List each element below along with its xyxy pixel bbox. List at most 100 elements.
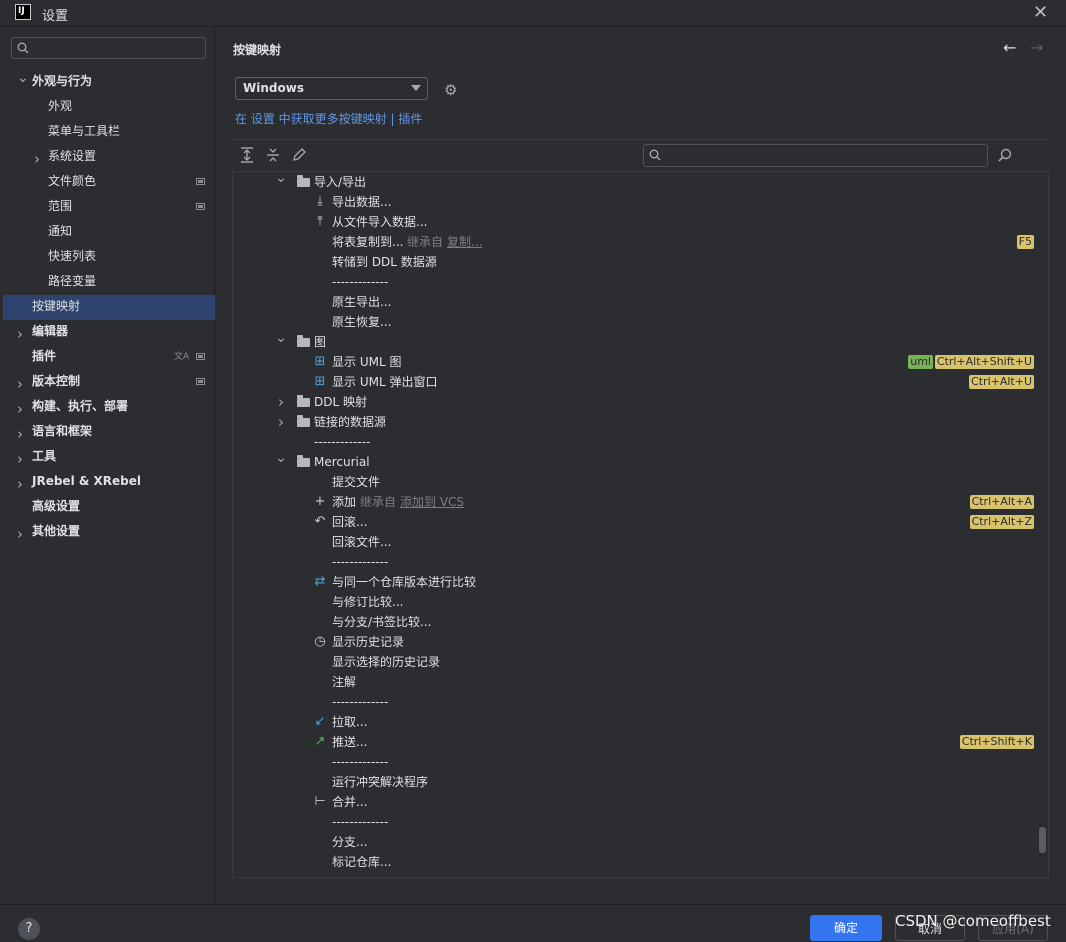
sidebar-search-input[interactable] [11,37,206,59]
chevron-right-icon[interactable]: › [17,400,23,418]
tree-row-label: 回滚文件... [332,535,392,549]
chevron-right-icon[interactable]: › [17,525,23,543]
chevron-down-icon[interactable]: ⌄ [273,172,289,188]
sidebar-item[interactable]: 路径变量 [48,269,96,294]
sidebar-item[interactable]: 菜单与工具栏 [48,119,120,144]
tree-row-label: 提交文件 [332,475,381,489]
tree-folder-row[interactable]: › DDL 映射 [233,392,1048,412]
sidebar-item[interactable]: JRebel & XRebel [32,469,141,494]
push-icon: ↗ [314,734,326,749]
tree-action-row[interactable]: 与修订比较... [233,592,1048,612]
inherited-action-link[interactable]: 复制... [447,235,482,249]
tree-action-row[interactable]: ↶ 回滚... Ctrl+Alt+Z [233,512,1048,532]
sidebar-item[interactable]: 系统设置 [48,144,96,169]
sidebar-item[interactable]: 高级设置 [32,494,80,519]
tree-action-row[interactable]: 分支... [233,832,1048,852]
chevron-down-icon [411,85,421,91]
back-arrow-icon[interactable]: ← [1003,38,1016,57]
tree-folder-row[interactable]: ⌄ 图 [233,330,1048,352]
plugins-link[interactable]: 插件 [398,112,422,126]
find-by-shortcut-icon[interactable] [997,147,1013,167]
tree-action-row[interactable]: 注解 [233,672,1048,692]
tree-action-row[interactable]: ⤒ 从文件导入数据... [233,212,1048,232]
tree-action-row[interactable]: ⤓ 导出数据... [233,192,1048,212]
tree-row-label: 合并... [332,795,368,809]
tree-action-row[interactable]: ⊞ 显示 UML 弹出窗口 Ctrl+Alt+U [233,372,1048,392]
chevron-right-icon[interactable]: › [273,412,289,432]
tree-action-row[interactable]: 提交文件 [233,472,1048,492]
tree-action-row[interactable]: ⊢ 合并... [233,792,1048,812]
tree-action-row[interactable]: 与分支/书签比较... [233,612,1048,632]
tree-row-label: 显示 UML 图 [332,355,402,369]
tree-action-row[interactable]: 显示选择的历史记录 [233,652,1048,672]
chevron-right-icon[interactable]: › [273,392,289,412]
sidebar-search-field[interactable] [34,40,198,58]
chevron-right-icon[interactable]: › [17,475,23,493]
sidebar-item[interactable]: 其他设置 [32,519,80,544]
tree-action-row[interactable]: ↗ 推送... Ctrl+Shift+K [233,732,1048,752]
tree-action-row[interactable]: 将表复制到... 继承自 复制... F5 [233,232,1048,252]
tree-folder-row[interactable]: ⌄ 导入/导出 [233,172,1048,192]
tree-action-row[interactable]: ⊞ 显示 UML 图 Ctrl+Alt+Shift+U uml [233,352,1048,372]
import-icon: ⤒ [317,214,323,229]
tree-action-row[interactable]: ⇄ 与同一个仓库版本进行比较 [233,572,1048,592]
sidebar-item[interactable]: 外观与行为 [32,69,92,94]
chevron-down-icon[interactable]: ⌄ [273,448,289,468]
tree-action-row[interactable]: ↙ 拉取... [233,712,1048,732]
sidebar-item[interactable]: 快速列表 [48,244,96,269]
tree-action-row[interactable]: ------------- [233,552,1048,572]
sidebar-item[interactable]: 编辑器 [32,319,68,344]
close-icon[interactable]: ✕ [1033,2,1048,23]
chevron-down-icon[interactable]: ⌄ [273,328,289,348]
tree-action-row[interactable]: 标记仓库... [233,852,1048,872]
sidebar-item[interactable]: 工具 [32,444,56,469]
sidebar-item[interactable]: 按键映射 [32,294,80,319]
tree-row-label: 标记仓库... [332,855,392,869]
sidebar-item[interactable]: 语言和框架 [32,419,92,444]
inherited-action-link[interactable]: 添加到 VCS [400,495,464,509]
sidebar-item[interactable]: 通知 [48,219,72,244]
tree-action-row[interactable]: ------------- [233,752,1048,772]
sidebar-item[interactable]: 文件颜色 [48,169,96,194]
sidebar-item[interactable]: 版本控制 [32,369,80,394]
gear-icon[interactable]: ⚙ [444,81,457,99]
tree-folder-row[interactable]: › 链接的数据源 [233,412,1048,432]
tree-action-row[interactable]: 原生恢复... [233,312,1048,332]
chevron-right-icon[interactable]: › [17,425,23,443]
tree-action-row[interactable]: 原生导出... [233,292,1048,312]
tree-action-row[interactable]: ------------- [233,812,1048,832]
chevron-right-icon[interactable]: › [34,150,40,168]
chevron-right-icon[interactable]: › [17,375,23,393]
tree-action-row[interactable]: 转储到 DDL 数据源 [233,252,1048,272]
edit-pencil-icon[interactable] [290,147,308,165]
tree-action-row[interactable]: + 添加 继承自 添加到 VCS Ctrl+Alt+A [233,492,1048,512]
keymap-search-field[interactable] [666,147,980,165]
tree-action-row[interactable]: 回滚文件... [233,532,1048,552]
chevron-down-icon[interactable]: ⌄ [17,70,29,86]
tree-row-label: ------------- [332,695,389,709]
tree-action-row[interactable]: ------------- [233,692,1048,712]
sidebar-item[interactable]: 构建、执行、部署 [32,394,128,419]
sidebar-item[interactable]: 外观 [48,94,72,119]
tree-folder-row[interactable]: ⌄ Mercurial [233,450,1048,472]
tree-action-row[interactable]: 运行冲突解决程序 [233,772,1048,792]
chevron-right-icon[interactable]: › [17,450,23,468]
tree-row-label: ------------- [314,435,371,449]
ok-button[interactable]: 确定 [810,915,882,941]
keymap-select[interactable]: Windows [235,77,428,100]
tree-action-row[interactable]: ------------- [233,272,1048,292]
forward-arrow-icon[interactable]: → [1030,38,1043,57]
tree-action-row[interactable]: ------------- [233,432,1048,452]
chevron-right-icon[interactable]: › [17,325,23,343]
get-more-keymaps-link[interactable]: 在 设置 中获取更多按键映射 [235,112,387,126]
tree-action-row[interactable]: ◷ 显示历史记录 [233,632,1048,652]
collapse-all-icon[interactable] [264,147,282,165]
keymap-search-input[interactable] [643,144,988,167]
keymap-action-tree[interactable]: ⌄ 导入/导出 ⤓ 导出数据... ⤒ 从文件导入数据... 将表复制到... 继承自 复制..… [232,171,1049,878]
sidebar-item[interactable]: 插件 [32,344,56,369]
sidebar-item[interactable]: 范围 [48,194,72,219]
help-button[interactable]: ? [18,918,40,940]
expand-all-icon[interactable] [238,147,256,165]
tree-scrollbar-thumb[interactable] [1039,827,1046,853]
diff-icon: ⇄ [314,574,326,589]
